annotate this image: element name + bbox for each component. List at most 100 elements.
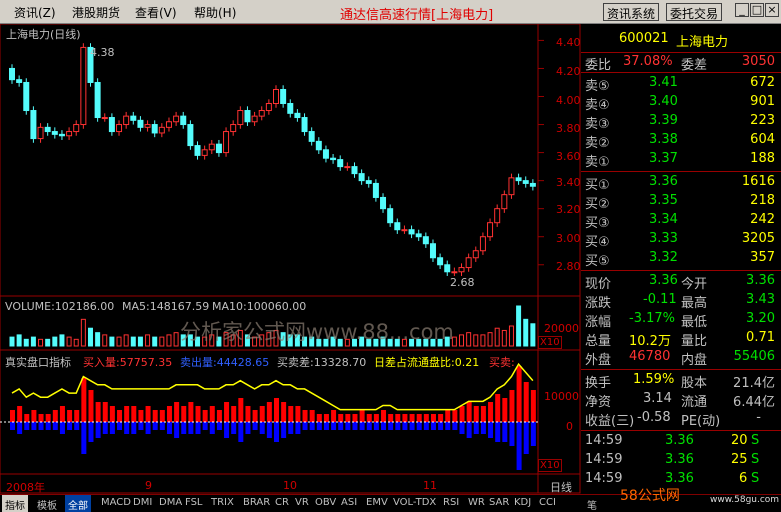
stat-value: 3.36 bbox=[649, 273, 678, 288]
sell-bar bbox=[131, 422, 137, 434]
buy-bar bbox=[38, 414, 44, 422]
price-tick: 4.40 bbox=[556, 36, 581, 49]
stock-code: 600021 bbox=[619, 31, 669, 46]
buy-bar bbox=[10, 410, 15, 422]
sell-bar bbox=[24, 422, 30, 430]
tab-cr[interactable]: CR bbox=[272, 495, 292, 512]
buy-bar bbox=[316, 414, 322, 422]
tab-macd[interactable]: MACD bbox=[98, 495, 134, 512]
tab-fsl[interactable]: FSL bbox=[182, 495, 206, 512]
tab-sar[interactable]: SAR bbox=[486, 495, 512, 512]
minimize-icon[interactable]: _ bbox=[735, 3, 749, 17]
indicator-ratio: 日差占流通盘比:0.21 bbox=[374, 356, 480, 369]
indicator-sell: 卖出量:44428.65 bbox=[180, 356, 270, 369]
buy-bar bbox=[445, 410, 451, 422]
candle-body bbox=[123, 115, 130, 126]
buy-bar bbox=[166, 406, 172, 422]
volume-bar bbox=[145, 334, 151, 347]
tick-price: 3.36 bbox=[665, 452, 694, 467]
stock-header: 600021 上海电力 bbox=[581, 30, 781, 50]
sell-bar bbox=[523, 422, 529, 454]
sell-bar bbox=[423, 422, 429, 430]
pen-button[interactable]: 笔 bbox=[584, 495, 600, 512]
info-system-button[interactable]: 资讯系统 bbox=[603, 3, 660, 21]
buy-bar bbox=[438, 414, 444, 422]
wb-label: 委比 bbox=[585, 58, 612, 73]
sell-bar bbox=[502, 422, 508, 442]
sell-bar bbox=[295, 422, 301, 434]
candle-body bbox=[380, 196, 387, 210]
buy-bar bbox=[502, 398, 508, 422]
buy-bar bbox=[388, 414, 394, 422]
trade-button[interactable]: 委托交易 bbox=[666, 3, 723, 21]
buy-bar bbox=[402, 414, 408, 422]
stat-value: -0.11 bbox=[643, 292, 677, 307]
menu-hk-futures[interactable]: 港股期货 bbox=[72, 4, 120, 21]
stat-label: 最高 bbox=[681, 296, 708, 311]
tab-indicator[interactable]: 指标 bbox=[2, 495, 28, 512]
tab-vr[interactable]: VR bbox=[292, 495, 312, 512]
stat-value: 3.20 bbox=[746, 311, 775, 326]
tab-asi[interactable]: ASI bbox=[338, 495, 360, 512]
buy-bar bbox=[238, 398, 244, 422]
stat-value: 0.71 bbox=[746, 330, 775, 345]
period-label[interactable]: 日线 bbox=[550, 479, 572, 495]
sell-bar bbox=[309, 422, 315, 430]
menu-help[interactable]: 帮助(H) bbox=[194, 4, 236, 21]
stat-row: 现价 3.36 今开 3.36 bbox=[581, 272, 781, 292]
menu-view[interactable]: 查看(V) bbox=[135, 4, 177, 21]
volume-bar bbox=[130, 336, 136, 347]
tab-dma[interactable]: DMA bbox=[156, 495, 185, 512]
brand-logo: 58公式网 bbox=[620, 488, 680, 504]
sell-bar bbox=[473, 422, 479, 434]
ask-volume: 223 bbox=[750, 113, 775, 128]
sell-bar bbox=[266, 422, 272, 438]
bid-price: 3.34 bbox=[649, 212, 678, 227]
candle-body bbox=[351, 166, 358, 175]
kline-chart[interactable]: 上海电力(日线) 4.38 2.68 4.40 4.20 4.00 3.80 3… bbox=[0, 24, 581, 494]
tab-kdj[interactable]: KDJ bbox=[511, 495, 534, 512]
brand-url: www.58gu.com bbox=[710, 495, 780, 505]
ask-row: 卖③ 3.39 223 bbox=[581, 112, 781, 132]
candle-body bbox=[287, 103, 294, 114]
close-icon[interactable]: × bbox=[765, 3, 779, 17]
menu-news[interactable]: 资讯(Z) bbox=[14, 4, 56, 21]
tab-brar[interactable]: BRAR bbox=[240, 495, 273, 512]
buy-bar bbox=[345, 414, 351, 422]
sell-bar bbox=[81, 422, 87, 454]
tick-row: 14:59 3.36 20 S bbox=[581, 432, 781, 451]
sell-bar bbox=[459, 422, 465, 434]
indicator-diff: 买卖差:13328.70 bbox=[277, 356, 367, 369]
buy-bar bbox=[24, 414, 30, 422]
tab-template[interactable]: 模板 bbox=[34, 495, 60, 512]
volume-bar bbox=[466, 332, 472, 347]
chart-canvas bbox=[0, 24, 581, 494]
candle-body bbox=[451, 271, 458, 274]
tab-dmi[interactable]: DMI bbox=[130, 495, 155, 512]
ask-label: 卖① bbox=[585, 155, 610, 170]
sell-bar bbox=[95, 422, 101, 438]
sell-bar bbox=[238, 422, 244, 442]
tab-vol-tdx[interactable]: VOL-TDX bbox=[390, 495, 439, 512]
candle-body bbox=[116, 124, 123, 133]
menu-bar: 资讯(Z) 港股期货 查看(V) 帮助(H) 通达信高速行情[上海电力] 资讯系… bbox=[0, 0, 781, 24]
bid-volume: 242 bbox=[750, 212, 775, 227]
tab-cci[interactable]: CCI bbox=[536, 495, 559, 512]
tab-rsi[interactable]: RSI bbox=[440, 495, 462, 512]
volume-bar bbox=[123, 334, 129, 347]
candle-body bbox=[515, 177, 522, 182]
restore-icon[interactable]: □ bbox=[750, 3, 764, 17]
tab-obv[interactable]: OBV bbox=[312, 495, 339, 512]
tab-all[interactable]: 全部 bbox=[65, 495, 91, 512]
fin-label: PE(动) bbox=[681, 414, 721, 429]
fin-row: 收益(三) -0.58 PE(动) - bbox=[581, 409, 781, 429]
buy-bar bbox=[430, 414, 436, 422]
buy-bar bbox=[259, 406, 265, 422]
buy-bar bbox=[138, 410, 144, 422]
sell-bar bbox=[395, 422, 401, 430]
tab-trix[interactable]: TRIX bbox=[208, 495, 237, 512]
ask-row: 卖④ 3.40 901 bbox=[581, 93, 781, 113]
tab-wr[interactable]: WR bbox=[465, 495, 488, 512]
tab-emv[interactable]: EMV bbox=[363, 495, 391, 512]
tick-row: 14:59 3.36 6 S bbox=[581, 470, 781, 489]
